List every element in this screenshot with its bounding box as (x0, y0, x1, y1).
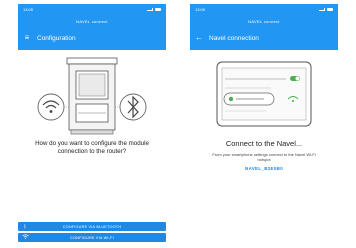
wifi-circle-icon (37, 93, 65, 121)
status-icons (319, 7, 333, 11)
hotspot-name: NAVEL_B2E0B0 (244, 166, 284, 171)
wifi-icon (18, 234, 32, 241)
configure-wifi-label: CONFIGURE VIA WI-FI (70, 235, 114, 240)
connect-heading: Connect to the Navel... (225, 139, 303, 148)
toolbar: ≡ Configuration (18, 34, 166, 42)
configure-bluetooth-label: CONFIGURE VIA BLUETOOTH (62, 224, 122, 229)
status-time: 13:05 (195, 6, 206, 12)
status-icons (147, 7, 161, 11)
battery-icon (327, 7, 333, 11)
page-title: Configuration (37, 34, 76, 42)
bluetooth-icon: ᛒ (23, 223, 27, 230)
configure-bluetooth-button[interactable]: ᛒ CONFIGURE VIA BLUETOOTH (18, 222, 166, 231)
brand-logo: NAVEL connect (248, 19, 280, 24)
battery-icon (155, 7, 161, 11)
check-icon (228, 96, 234, 102)
signal-icon (147, 7, 153, 11)
stove-icon (66, 57, 118, 135)
stove-connection-illustration (37, 57, 147, 135)
configure-wifi-button[interactable]: CONFIGURE VIA WI-FI (18, 233, 166, 242)
page-title: Navel connection (209, 34, 259, 42)
status-time: 13:05 (23, 6, 34, 12)
bluetooth-circle-icon (119, 93, 147, 121)
app-header: NAVEL connect ≡ Configuration (18, 14, 166, 50)
brand-logo: NAVEL connect (76, 19, 108, 24)
status-bar: 13:05 (18, 4, 166, 14)
connect-instruction: From your smartphone settings connect to… (212, 152, 316, 162)
status-bar: 13:05 (190, 4, 338, 14)
configuration-screen: 13:05 NAVEL connect ≡ Configuration How … (18, 4, 166, 244)
phone-wifi-settings-illustration (216, 61, 312, 127)
back-arrow-icon[interactable]: ← (195, 34, 203, 42)
hamburger-menu-icon[interactable]: ≡ (23, 34, 31, 42)
app-header: NAVEL connect ← Navel connection (190, 14, 338, 50)
navel-connection-screen: 13:05 NAVEL connect ← Navel connection C… (190, 4, 338, 244)
toolbar: ← Navel connection (190, 34, 338, 42)
configuration-question: How do you want to configure the module … (35, 140, 149, 155)
signal-icon (319, 7, 325, 11)
